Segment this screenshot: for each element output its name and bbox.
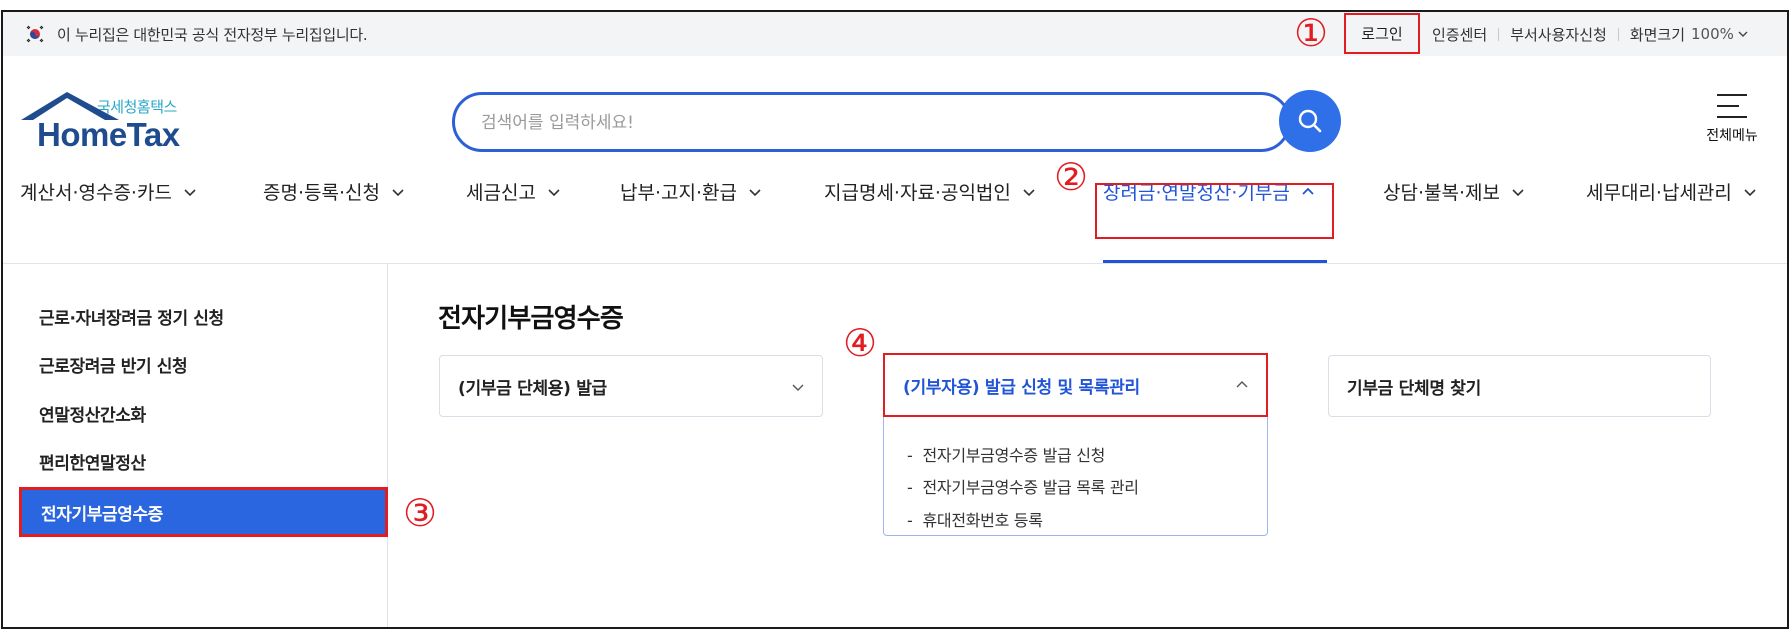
chevron-down-icon bbox=[1738, 31, 1748, 37]
phone-register-link[interactable]: 휴대전화번호 등록 bbox=[907, 507, 1042, 531]
page-title: 전자기부금영수증 bbox=[438, 304, 624, 334]
chevron-down-icon bbox=[1023, 188, 1035, 196]
chevron-down-icon bbox=[749, 188, 761, 196]
chevron-down-icon bbox=[548, 188, 560, 196]
chevron-down-icon bbox=[184, 188, 196, 196]
nav-label: 증명·등록·신청 bbox=[263, 182, 380, 204]
sidebar-item-simplified[interactable]: 연말정산간소화 bbox=[39, 401, 146, 426]
card-label: 기부금 단체명 찾기 bbox=[1347, 378, 1481, 399]
logo-subtitle: 국세청홈택스 bbox=[97, 98, 177, 116]
nav-item-invoice[interactable]: 계산서·영수증·카드 bbox=[20, 178, 196, 205]
zoom-value: 100% bbox=[1691, 25, 1734, 43]
search-box bbox=[452, 92, 1291, 152]
nav-label: 세금신고 bbox=[466, 182, 536, 204]
login-link[interactable]: 로그인 bbox=[1344, 13, 1420, 54]
screen-size-control[interactable]: 화면크기 100% bbox=[1630, 24, 1748, 45]
nav-label: 납부·고지·환급 bbox=[620, 182, 737, 204]
donation-org-issue-card[interactable]: (기부금 단체용) 발급 bbox=[439, 355, 823, 417]
nav-item-consult[interactable]: 상담·불복·제보 bbox=[1383, 178, 1524, 205]
hometax-window: 이 누리집은 대한민국 공식 전자정부 누리집입니다. ① 로그인 인증센터 부… bbox=[1, 10, 1789, 629]
nav-item-tax-report[interactable]: 세금신고 bbox=[466, 178, 560, 205]
cert-center-link[interactable]: 인증센터 bbox=[1432, 24, 1487, 45]
annotation-3: ③ bbox=[403, 491, 438, 535]
chevron-down-icon bbox=[1744, 188, 1756, 196]
find-org-card[interactable]: 기부금 단체명 찾기 bbox=[1328, 355, 1711, 417]
nav-item-certificate[interactable]: 증명·등록·신청 bbox=[263, 178, 404, 205]
divider bbox=[1617, 27, 1619, 41]
annotation-1: ① bbox=[1294, 11, 1329, 55]
sidebar-item-donation-receipt[interactable]: 전자기부금영수증 bbox=[19, 487, 388, 537]
nav-item-statements[interactable]: 지급명세·자료·공익법인 bbox=[824, 178, 1035, 205]
gov-banner-text: 이 누리집은 대한민국 공식 전자정부 누리집입니다. bbox=[57, 26, 368, 44]
logo-title: HomeTax bbox=[37, 116, 180, 153]
annotation-2: ② bbox=[1054, 155, 1089, 199]
card-label: (기부자용) 발급 신청 및 목록관리 bbox=[903, 377, 1140, 398]
sidebar-item-half-year[interactable]: 근로장려금 반기 신청 bbox=[39, 352, 188, 377]
all-menu-label: 전체메뉴 bbox=[1706, 128, 1758, 144]
chevron-down-icon bbox=[392, 188, 404, 196]
nav-item-agent[interactable]: 세무대리·납세관리 bbox=[1586, 178, 1756, 205]
issue-list-link[interactable]: 전자기부금영수증 발급 목록 관리 bbox=[907, 474, 1139, 498]
chevron-down-icon bbox=[792, 384, 804, 391]
nav-label: 계산서·영수증·카드 bbox=[20, 182, 172, 204]
nav-label: 상담·불복·제보 bbox=[1383, 182, 1500, 204]
chevron-down-icon bbox=[1512, 188, 1524, 196]
hamburger-icon bbox=[1717, 94, 1747, 118]
search-input[interactable] bbox=[481, 109, 1221, 137]
sidebar-item-convenient[interactable]: 편리한연말정산 bbox=[39, 449, 146, 474]
nav-label: 지급명세·자료·공익법인 bbox=[824, 182, 1011, 204]
search-icon bbox=[1298, 109, 1322, 133]
sidebar-item-income-incentive[interactable]: 근로·자녀장려금 정기 신청 bbox=[39, 304, 224, 329]
highlight-box bbox=[1095, 183, 1334, 239]
card-label: (기부금 단체용) 발급 bbox=[458, 378, 607, 399]
all-menu-button[interactable]: 전체메뉴 bbox=[1697, 92, 1767, 152]
search-button[interactable] bbox=[1279, 90, 1341, 152]
main-nav: 계산서·영수증·카드 증명·등록·신청 세금신고 납부·고지·환급 지급명세·자… bbox=[3, 162, 1787, 226]
screen-size-label: 화면크기 bbox=[1629, 25, 1686, 44]
korea-flag-icon bbox=[26, 25, 44, 43]
utility-links: 인증센터 부서사용자신청 화면크기 100% bbox=[1432, 12, 1748, 56]
annotation-4: ④ bbox=[843, 321, 878, 365]
nav-label: 세무대리·납세관리 bbox=[1586, 182, 1732, 204]
dept-user-link[interactable]: 부서사용자신청 bbox=[1510, 24, 1607, 45]
issue-request-link[interactable]: 전자기부금영수증 발급 신청 bbox=[907, 442, 1105, 466]
donor-issue-card[interactable]: (기부자용) 발급 신청 및 목록관리 bbox=[883, 353, 1268, 417]
nav-item-payment[interactable]: 납부·고지·환급 bbox=[620, 178, 761, 205]
divider bbox=[1498, 27, 1500, 41]
chevron-up-icon bbox=[1236, 381, 1248, 388]
